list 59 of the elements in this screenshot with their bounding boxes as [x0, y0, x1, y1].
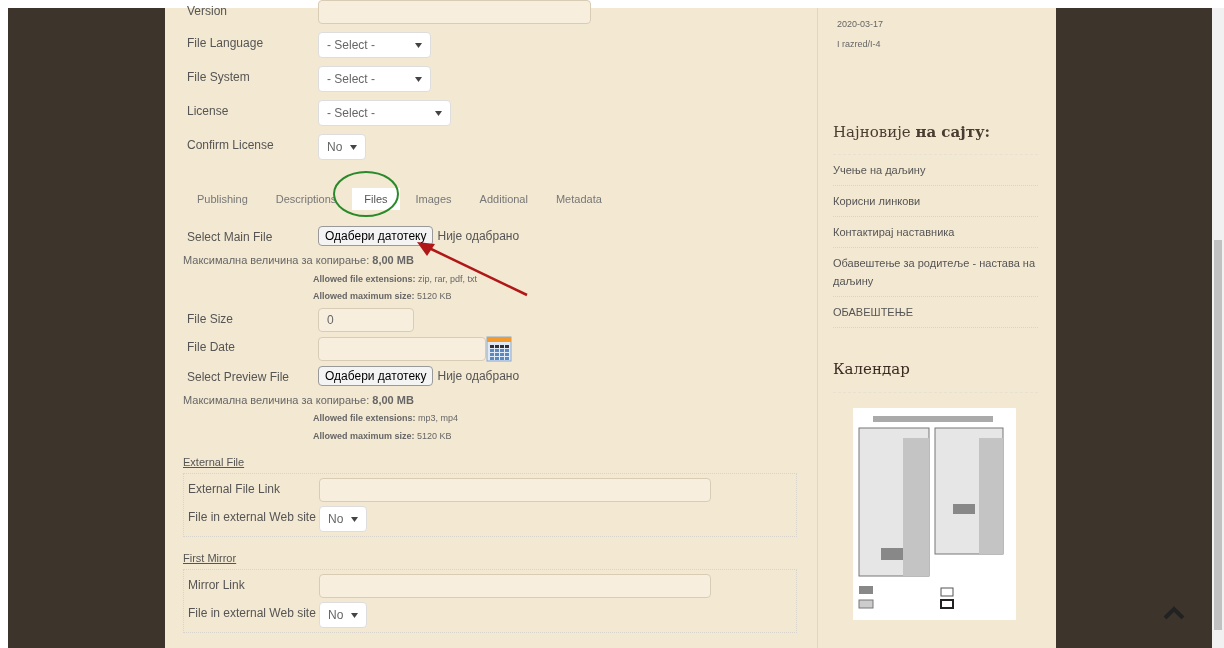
section-heading: Календар — [833, 357, 1038, 393]
sidebar-link[interactable]: Контактирај наставника — [833, 216, 1038, 248]
select-dropdown[interactable]: No — [319, 506, 367, 532]
meta-text: 2020-03-17 — [837, 18, 885, 31]
max-size-text: Максимална величина за копирање: 8,00 MB — [183, 392, 415, 408]
sidebar-link[interactable]: ОБАВЕШТЕЊЕ — [833, 296, 1038, 328]
calendar-icon[interactable] — [486, 335, 512, 362]
sidebar-link[interactable]: Обавештење за родитеље - настава на даљину — [833, 247, 1038, 297]
scroll-up-icon[interactable] — [1163, 606, 1185, 620]
choose-file-button[interactable]: Одабери датотеку — [318, 365, 434, 386]
caret-icon — [415, 76, 422, 82]
select-dropdown[interactable]: No — [319, 602, 367, 628]
select-dropdown[interactable]: No — [318, 134, 366, 160]
field-label: Version — [187, 3, 229, 20]
file-status: Није одабрано — [437, 228, 520, 245]
text-field[interactable] — [319, 478, 711, 502]
field-label: File Language — [187, 35, 265, 52]
meta-text: I razred/I-4 — [837, 37, 882, 51]
field-label: Select Preview File — [187, 368, 291, 386]
field-label: File in external Web site — [188, 509, 317, 526]
text-field[interactable]: 0 — [318, 307, 414, 332]
tab[interactable]: Metadata — [543, 188, 614, 210]
allowed-note: Allowed file extensions: mp3, mp4 — [313, 412, 460, 425]
sidebar-link[interactable]: Учење на даљину — [833, 154, 1038, 186]
sidebar-link[interactable]: Корисни линкови — [833, 185, 1038, 217]
allowed-note: Allowed file extensions: zip, rar, pdf, txt — [313, 272, 479, 286]
caret-icon — [351, 516, 358, 522]
field-label: File System — [187, 69, 251, 86]
tab[interactable]: Files — [352, 188, 400, 210]
allowed-note: Allowed maximum size: 5120 KB — [313, 429, 453, 443]
tab[interactable]: Additional — [467, 188, 540, 210]
field-label: File in external Web site — [188, 605, 317, 622]
caret-icon — [435, 110, 442, 116]
section-legend: External File — [183, 456, 245, 468]
text-field[interactable] — [318, 0, 591, 24]
field-label: License — [187, 103, 230, 120]
field-label: File Size — [187, 310, 234, 328]
caret-icon — [351, 612, 358, 618]
tab[interactable]: Publishing — [185, 188, 260, 210]
allowed-note: Allowed maximum size: 5120 KB — [313, 290, 453, 303]
caret-icon — [415, 42, 422, 48]
field-label: File Date — [187, 338, 237, 356]
field-label: Confirm License — [187, 137, 275, 154]
field-label: Select Main File — [187, 229, 274, 246]
scrollbar-thumb[interactable] — [1214, 240, 1222, 630]
file-status: Није одабрано — [437, 367, 520, 385]
field-label: Mirror Link — [188, 577, 246, 594]
text-field[interactable] — [319, 574, 711, 598]
caret-icon — [350, 144, 357, 150]
select-dropdown[interactable]: - Select - — [318, 32, 431, 58]
field-label: External File Link — [188, 481, 282, 498]
max-size-text: Максимална величина за копирање: 8,00 MB — [183, 253, 415, 268]
section-legend: First Mirror — [183, 552, 237, 564]
select-dropdown[interactable]: - Select - — [318, 66, 431, 92]
select-dropdown[interactable]: - Select - — [318, 100, 451, 126]
choose-file-button[interactable]: Одабери датотеку — [318, 226, 434, 246]
section-heading: Најновије на сајту: — [833, 121, 1038, 155]
tab[interactable]: Images — [403, 188, 464, 210]
date-field[interactable] — [318, 336, 486, 361]
